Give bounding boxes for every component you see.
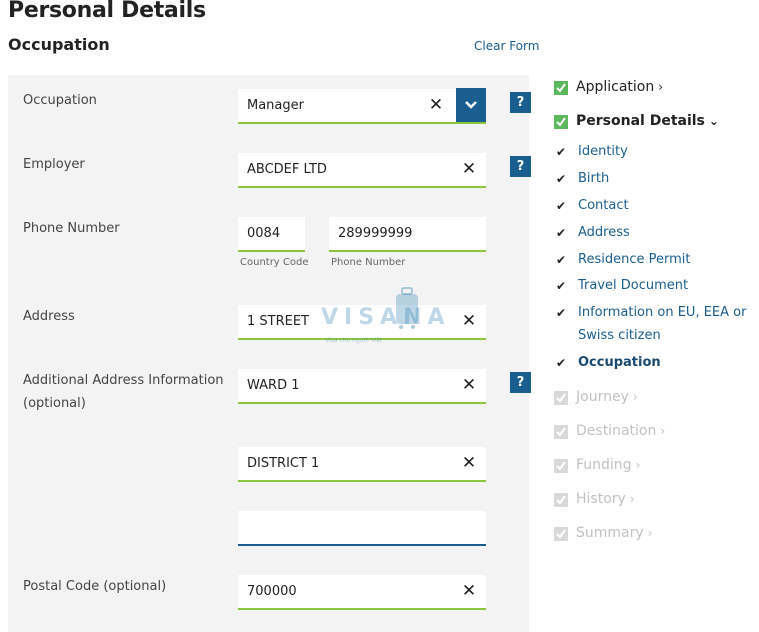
address-clear-icon[interactable]: ✕ <box>459 305 479 338</box>
nav-history-label: History <box>576 491 626 507</box>
nav-identity[interactable]: Identity <box>578 144 628 159</box>
chevron-right-icon: › <box>635 458 641 472</box>
nav-address[interactable]: Address <box>578 225 630 240</box>
occupation-value: Manager <box>247 98 304 113</box>
address-label: Address <box>23 309 75 324</box>
employer-input[interactable]: ABCDEF LTD ✕ <box>238 153 486 188</box>
luggage-icon <box>396 287 418 329</box>
postal-code-value: 700000 <box>247 584 297 599</box>
journey-check-icon <box>554 391 568 405</box>
postal-code-input[interactable]: 700000 ✕ <box>238 575 486 610</box>
nav-application-label: Application <box>576 79 655 95</box>
funding-check-icon <box>554 459 568 473</box>
employer-clear-icon[interactable]: ✕ <box>459 153 479 186</box>
watermark-text: VISANA <box>321 305 451 330</box>
country-code-value: 0084 <box>247 226 281 241</box>
nav-history: History › <box>576 491 635 507</box>
nav-journey-label: Journey <box>576 389 629 405</box>
check-icon: ✔ <box>556 172 567 186</box>
nav-occupation[interactable]: Occupation <box>578 355 661 370</box>
chevron-right-icon: › <box>647 526 653 540</box>
additional-address-line2-input[interactable]: DISTRICT 1 ✕ <box>238 447 486 482</box>
occupation-clear-icon[interactable]: ✕ <box>426 89 446 122</box>
personal-details-check-icon <box>554 115 568 129</box>
nav-summary-label: Summary <box>576 525 644 541</box>
destination-check-icon <box>554 425 568 439</box>
nav-application[interactable]: Application › <box>576 79 663 95</box>
history-check-icon <box>554 493 568 507</box>
clear-form-link[interactable]: Clear Form <box>474 39 539 53</box>
additional-address-line1-input[interactable]: WARD 1 ✕ <box>238 369 486 404</box>
phone-number-caption: Phone Number <box>331 257 406 268</box>
employer-value: ABCDEF LTD <box>247 162 327 177</box>
chevron-down-icon <box>465 101 477 109</box>
check-icon: ✔ <box>556 279 567 293</box>
additional-address-label: Additional Address Information <box>23 373 224 388</box>
nav-funding: Funding › <box>576 457 640 473</box>
occupation-select[interactable]: Manager ✕ <box>238 88 486 124</box>
additional-address-line1-value: WARD 1 <box>247 378 300 393</box>
nav-contact[interactable]: Contact <box>578 198 629 213</box>
occupation-label: Occupation <box>23 93 97 108</box>
application-check-icon <box>554 81 568 95</box>
postal-code-clear-icon[interactable]: ✕ <box>459 575 479 608</box>
nav-destination: Destination › <box>576 423 665 439</box>
occupation-help-button[interactable]: ? <box>510 92 531 113</box>
page-title: Personal Details <box>8 0 206 23</box>
nav-birth[interactable]: Birth <box>578 171 609 186</box>
postal-code-label: Postal Code (optional) <box>23 579 167 594</box>
additional-address-optional: (optional) <box>23 396 86 411</box>
nav-personal-details[interactable]: Personal Details ⌄ <box>576 113 719 129</box>
nav-eu-eea-swiss[interactable]: Information on EU, EEA or <box>578 305 746 320</box>
additional-address-help-button[interactable]: ? <box>510 372 531 393</box>
chevron-down-icon: ⌄ <box>708 114 719 128</box>
summary-check-icon <box>554 527 568 541</box>
nav-eu-eea-swiss-line2[interactable]: Swiss citizen <box>578 328 661 343</box>
additional-address-line2-value: DISTRICT 1 <box>247 456 320 471</box>
watermark-subtext: Visa cho người Việt <box>325 337 383 344</box>
check-icon: ✔ <box>556 145 567 159</box>
country-code-input[interactable]: 0084 <box>238 217 305 252</box>
employer-help-button[interactable]: ? <box>510 156 531 177</box>
nav-funding-label: Funding <box>576 457 632 473</box>
nav-destination-label: Destination <box>576 423 657 439</box>
chevron-right-icon: › <box>629 492 635 506</box>
additional-address-line1-clear-icon[interactable]: ✕ <box>459 369 479 402</box>
nav-journey: Journey › <box>576 389 638 405</box>
employer-label: Employer <box>23 157 85 172</box>
check-icon: ✔ <box>556 199 567 213</box>
chevron-right-icon: › <box>660 424 666 438</box>
check-icon: ✔ <box>556 253 567 267</box>
check-icon: ✔ <box>556 306 567 320</box>
check-icon: ✔ <box>556 356 567 370</box>
section-title: Occupation <box>8 35 110 54</box>
phone-label: Phone Number <box>23 221 120 236</box>
additional-address-line2-clear-icon[interactable]: ✕ <box>459 447 479 480</box>
chevron-right-icon: › <box>632 390 638 404</box>
additional-address-line3-input[interactable] <box>238 511 486 546</box>
nav-personal-details-label: Personal Details <box>576 113 705 129</box>
check-icon: ✔ <box>556 226 567 240</box>
nav-travel-document[interactable]: Travel Document <box>578 278 688 293</box>
country-code-caption: Country Code <box>240 257 309 268</box>
phone-number-input[interactable]: 289999999 <box>329 217 486 252</box>
occupation-dropdown-button[interactable] <box>456 88 486 122</box>
chevron-right-icon: › <box>658 80 664 94</box>
nav-residence-permit[interactable]: Residence Permit <box>578 252 690 267</box>
phone-number-value: 289999999 <box>338 226 413 241</box>
address-value: 1 STREET <box>247 314 309 329</box>
nav-summary: Summary › <box>576 525 652 541</box>
